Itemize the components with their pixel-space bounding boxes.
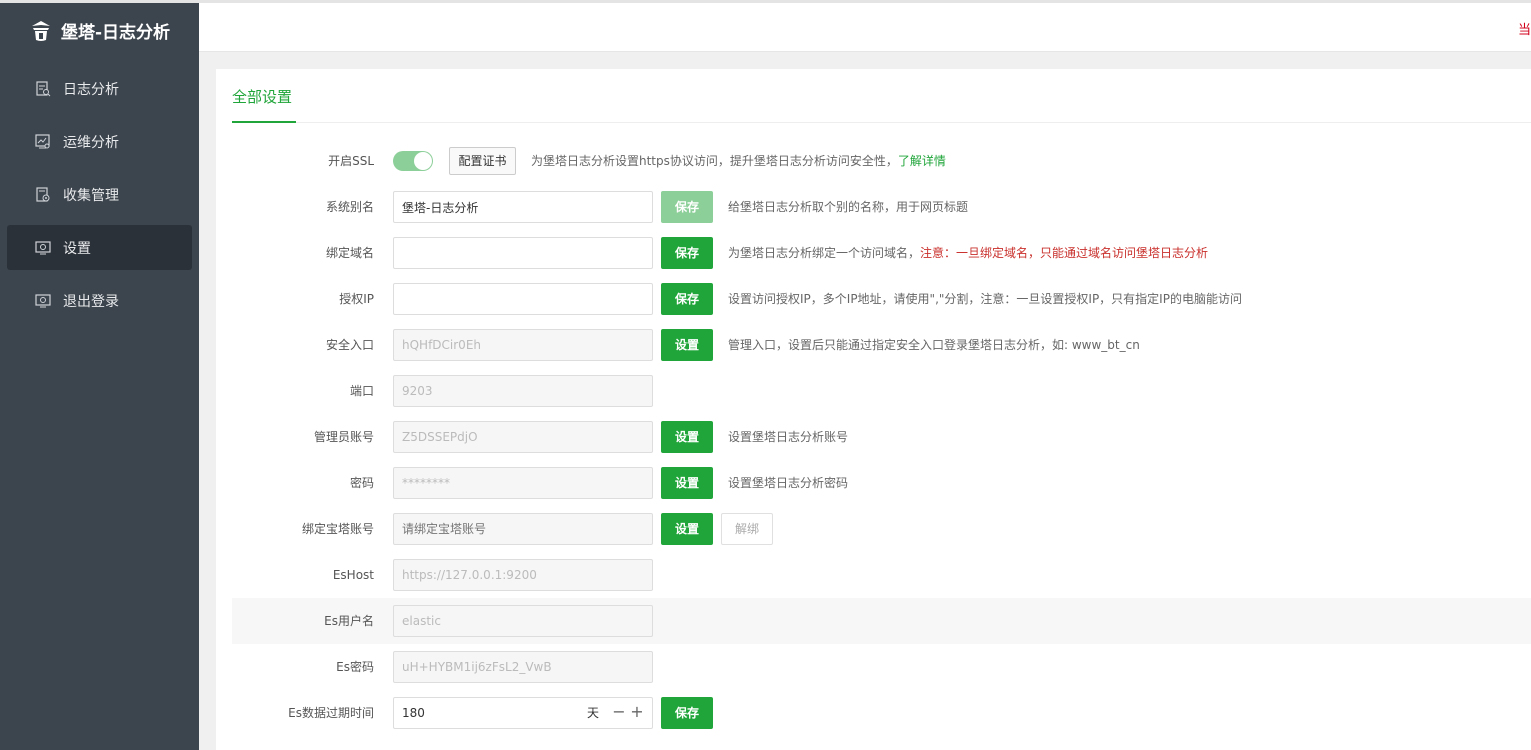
logout-screen-icon — [35, 293, 51, 309]
setting-row-bt-account: 绑定宝塔账号 设置 解绑 — [232, 506, 1531, 552]
admin-account-input[interactable] — [393, 421, 653, 453]
sidebar-item-label: 运维分析 — [63, 134, 119, 151]
tab-all-settings[interactable]: 全部设置 — [232, 86, 296, 123]
tab-bar: 全部设置 — [232, 69, 1531, 123]
settings-panel: 全部设置 开启SSL 配置证书 为堡塔日志分析设置https协议访问，提升堡塔日… — [216, 69, 1531, 750]
setting-label: 开启SSL — [328, 154, 374, 168]
sidebar-item-ops-analysis[interactable]: 运维分析 — [7, 119, 192, 164]
sidebar-item-logout[interactable]: 退出登录 — [7, 278, 192, 323]
setting-row-es-password: Es密码 — [232, 644, 1531, 690]
setting-label: 绑定域名 — [325, 246, 374, 260]
set-password-button[interactable]: 设置 — [661, 467, 713, 499]
setting-label: 绑定宝塔账号 — [301, 522, 374, 536]
number-stepper: − + — [610, 697, 646, 729]
es-password-input[interactable] — [393, 651, 653, 683]
unbind-button[interactable]: 解绑 — [721, 513, 773, 545]
set-bt-account-button[interactable]: 设置 — [661, 513, 713, 545]
setting-tip: 给堡塔日志分析取个别的名称，用于网页标题 — [728, 200, 969, 214]
save-domain-button[interactable]: 保存 — [661, 237, 713, 269]
monitor-chart-icon — [35, 133, 51, 150]
sidebar-item-collection[interactable]: 收集管理 — [7, 172, 192, 217]
domain-input[interactable] — [393, 237, 653, 269]
save-es-expire-button[interactable]: 保存 — [661, 697, 713, 729]
setting-label: 安全入口 — [325, 338, 374, 352]
setting-row-security-entry: 安全入口 设置 管理入口，设置后只能通过指定安全入口登录堡塔日志分析，如: ww… — [232, 322, 1531, 368]
password-input[interactable] — [393, 467, 653, 499]
sidebar-item-label: 日志分析 — [63, 81, 119, 98]
set-admin-button[interactable]: 设置 — [661, 421, 713, 453]
decrement-button[interactable]: − — [610, 697, 628, 727]
setting-label: 密码 — [349, 476, 374, 490]
settings-screen-icon — [35, 240, 51, 256]
gear-doc-icon — [35, 186, 51, 203]
app-title: 堡塔-日志分析 — [61, 23, 171, 43]
setting-row-alias: 系统别名 保存 给堡塔日志分析取个别的名称，用于网页标题 — [232, 184, 1531, 230]
setting-row-ssl: 开启SSL 配置证书 为堡塔日志分析设置https协议访问，提升堡塔日志分析访问… — [232, 138, 1531, 184]
setting-row-es-user: Es用户名 — [232, 598, 1531, 644]
setting-label: Es数据过期时间 — [288, 706, 374, 720]
bt-logo-icon — [32, 20, 50, 41]
setting-label: 管理员账号 — [313, 430, 374, 444]
setting-tip: 为堡塔日志分析绑定一个访问域名，注意：一旦绑定域名，只能通过域名访问堡塔日志分析 — [728, 230, 1208, 276]
save-alias-button[interactable]: 保存 — [661, 191, 713, 223]
setting-label: Es密码 — [336, 660, 374, 674]
sidebar-item-label: 退出登录 — [63, 293, 119, 310]
alias-input[interactable] — [393, 191, 653, 223]
setting-row-password: 密码 设置 设置堡塔日志分析密码 — [232, 460, 1531, 506]
toggle-knob — [414, 152, 432, 170]
domain-warning: 注意：一旦绑定域名，只能通过域名访问堡塔日志分析 — [920, 246, 1209, 260]
setting-row-es-host: EsHost — [232, 552, 1531, 598]
configure-cert-button[interactable]: 配置证书 — [449, 147, 516, 175]
setting-row-es-expire: Es数据过期时间 天 −+ 保存 — [232, 690, 1531, 736]
bt-account-input[interactable] — [393, 513, 653, 545]
auth-ip-input[interactable] — [393, 283, 653, 315]
setting-row-auth-ip: 授权IP 保存 设置访问授权IP，多个IP地址，请使用","分割，注意：一旦设置… — [232, 276, 1531, 322]
setting-row-admin: 管理员账号 设置 设置堡塔日志分析账号 — [232, 414, 1531, 460]
setting-label: EsHost — [332, 568, 374, 582]
es-user-input[interactable] — [393, 605, 653, 637]
sidebar-item-settings[interactable]: 设置 — [7, 225, 192, 270]
setting-tip: 设置堡塔日志分析密码 — [728, 476, 849, 490]
ssl-tip-text: 为堡塔日志分析设置https协议访问，提升堡塔日志分析访问安全性， — [531, 154, 898, 168]
setting-row-port: 端口 — [232, 368, 1531, 414]
security-entry-input[interactable] — [393, 329, 653, 361]
es-host-input[interactable] — [393, 559, 653, 591]
sidebar-item-log-analysis[interactable]: 日志分析 — [7, 66, 192, 111]
unit-label: 天 — [587, 706, 600, 720]
sidebar-item-label: 收集管理 — [63, 187, 119, 204]
increment-button[interactable]: + — [628, 697, 646, 727]
set-entry-button[interactable]: 设置 — [661, 329, 713, 361]
setting-label: Es用户名 — [324, 614, 374, 628]
setting-label: 端口 — [349, 384, 374, 398]
port-input[interactable] — [393, 375, 653, 407]
learn-more-link[interactable]: 了解详情 — [898, 154, 946, 168]
top-header: 当 — [199, 3, 1531, 52]
log-file-icon — [35, 80, 51, 97]
header-right-text[interactable]: 当 — [1518, 19, 1531, 38]
domain-tip-text: 为堡塔日志分析绑定一个访问域名， — [728, 246, 921, 260]
ssl-toggle[interactable] — [393, 151, 433, 171]
setting-label: 授权IP — [339, 292, 374, 306]
brand: 堡塔-日志分析 — [0, 3, 199, 58]
sidebar: 堡塔-日志分析 日志分析 运维分析 收集管理 设置 退出登录 — [0, 3, 199, 750]
setting-tip: 管理入口，设置后只能通过指定安全入口登录堡塔日志分析，如: www_bt_cn — [728, 338, 1140, 352]
save-auth-ip-button[interactable]: 保存 — [661, 283, 713, 315]
setting-row-domain: 绑定域名 保存 为堡塔日志分析绑定一个访问域名，注意：一旦绑定域名，只能通过域名… — [232, 230, 1531, 276]
sidebar-item-label: 设置 — [63, 240, 91, 257]
setting-tip: 为堡塔日志分析设置https协议访问，提升堡塔日志分析访问安全性，了解详情 — [531, 138, 946, 184]
setting-label: 系统别名 — [325, 200, 374, 214]
setting-tip: 设置堡塔日志分析账号 — [728, 430, 849, 444]
setting-tip: 设置访问授权IP，多个IP地址，请使用","分割，注意：一旦设置授权IP，只有指… — [728, 292, 1242, 306]
